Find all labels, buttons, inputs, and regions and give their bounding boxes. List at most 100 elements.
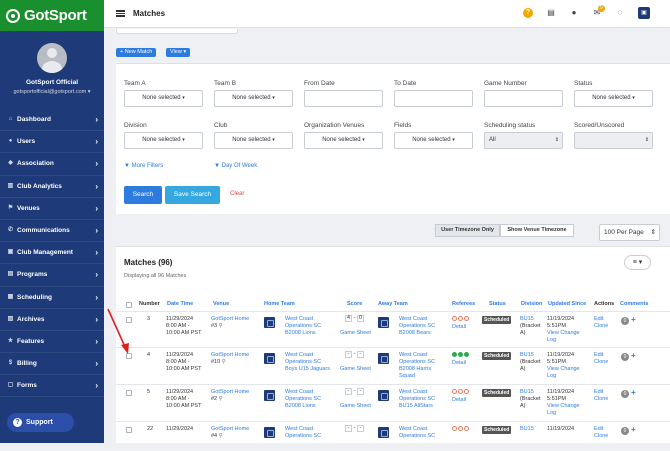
- row-checkbox[interactable]: [126, 317, 132, 323]
- per-page-select[interactable]: 100 Per Page ⇕: [599, 224, 660, 241]
- home-team-link[interactable]: B2008 Lions: [285, 330, 316, 337]
- referees-detail-link[interactable]: Detail: [452, 360, 466, 367]
- away-team-link[interactable]: West Coast: [399, 352, 427, 359]
- clone-link[interactable]: Clone: [594, 359, 608, 366]
- game-sheet-link[interactable]: Game Sheet: [340, 330, 371, 337]
- venue-link[interactable]: GotSport Home: [211, 426, 249, 433]
- user-timezone-button[interactable]: User Timezone Only: [435, 224, 500, 237]
- column-header-status[interactable]: Status: [489, 301, 506, 307]
- comment-icon[interactable]: 0: [621, 317, 629, 325]
- away-team-link[interactable]: West Coast: [399, 316, 427, 323]
- away-team-link[interactable]: West Coast: [399, 389, 427, 396]
- sidebar-item-programs[interactable]: ▤ Programs ›: [0, 264, 104, 287]
- view-change-log-link[interactable]: View Change: [547, 366, 580, 373]
- column-header-division[interactable]: Division: [521, 301, 542, 307]
- support-button[interactable]: ? Support: [7, 413, 74, 432]
- sidebar-item-dashboard[interactable]: ⌂ Dashboard ›: [0, 109, 104, 132]
- table-menu-button[interactable]: ≡ ▾: [624, 255, 651, 270]
- edit-link[interactable]: Edit: [594, 389, 603, 396]
- clone-link[interactable]: Clone: [594, 396, 608, 403]
- sidebar-item-archives[interactable]: ▧ Archives ›: [0, 309, 104, 331]
- user-avatar[interactable]: [37, 43, 67, 73]
- new-match-button[interactable]: + New Match: [116, 48, 157, 57]
- away-team-link[interactable]: BU15 AllStars: [399, 403, 433, 410]
- division-value[interactable]: BU15: [520, 316, 534, 323]
- search-button[interactable]: Search: [124, 186, 162, 204]
- chat-icon[interactable]: ◌: [615, 8, 625, 18]
- sidebar-item-club-management[interactable]: ▣ Club Management ›: [0, 242, 104, 265]
- venue-link[interactable]: GotSport Home: [211, 352, 249, 359]
- sidebar-item-communications[interactable]: ✆ Communications ›: [0, 220, 104, 243]
- org-badge-icon[interactable]: ▣: [638, 7, 650, 19]
- home-team-link[interactable]: Boys U15 Jaguars: [285, 366, 330, 373]
- clear-link[interactable]: Clear: [230, 191, 244, 197]
- away-team-link[interactable]: B2008 Bears: [399, 330, 431, 337]
- home-team-link[interactable]: Operations SC: [285, 396, 321, 403]
- logo[interactable]: GotSport: [0, 0, 104, 31]
- home-team-link[interactable]: West Coast: [285, 426, 313, 433]
- scheduling-status-select[interactable]: All ⇕: [484, 132, 563, 149]
- from-date-input[interactable]: [304, 90, 383, 107]
- view-dropdown-button[interactable]: View ▾: [166, 48, 191, 57]
- comment-icon[interactable]: 0: [621, 427, 629, 435]
- user-icon[interactable]: ●: [569, 8, 579, 18]
- view-change-log-link[interactable]: Log: [547, 337, 556, 344]
- column-header-home-team[interactable]: Home Team: [264, 301, 295, 307]
- home-team-link[interactable]: Operations SC: [285, 359, 321, 366]
- status-select[interactable]: None selected ▾: [574, 90, 653, 107]
- sidebar-item-features[interactable]: ★ Features ›: [0, 331, 104, 354]
- sidebar-item-club-analytics[interactable]: ▥ Club Analytics ›: [0, 176, 104, 198]
- sidebar-item-users[interactable]: ● Users ›: [0, 131, 104, 154]
- view-change-log-link[interactable]: Log: [547, 410, 556, 417]
- away-team-link[interactable]: Operations SC: [399, 433, 435, 440]
- clone-link[interactable]: Clone: [594, 433, 608, 440]
- venue-timezone-button[interactable]: Show Venue Timezone: [500, 224, 574, 237]
- referees-detail-link[interactable]: Detail: [452, 397, 466, 404]
- sidebar-item-association[interactable]: ◆ Association ›: [0, 153, 104, 176]
- scored-select[interactable]: ⇕: [574, 132, 653, 149]
- home-team-link[interactable]: West Coast: [285, 316, 313, 323]
- venue-link[interactable]: GotSport Home: [211, 389, 249, 396]
- division-value[interactable]: BU15: [520, 352, 534, 359]
- division-select[interactable]: None selected ▾: [124, 132, 203, 149]
- division-value[interactable]: BU15: [520, 389, 534, 396]
- view-change-log-link[interactable]: View Change: [547, 403, 580, 410]
- home-team-link[interactable]: Operations SC: [285, 323, 321, 330]
- row-checkbox[interactable]: [126, 390, 132, 396]
- help-icon[interactable]: ?: [523, 8, 533, 18]
- comment-icon[interactable]: 0: [621, 390, 629, 398]
- to-date-input[interactable]: [394, 90, 473, 107]
- clone-link[interactable]: Clone: [594, 323, 608, 330]
- comment-icon[interactable]: 0: [621, 353, 629, 361]
- add-comment-icon[interactable]: +: [631, 425, 636, 434]
- view-change-log-link[interactable]: View Change: [547, 330, 580, 337]
- column-header-score[interactable]: Score: [347, 301, 362, 307]
- away-team-link[interactable]: Squad: [399, 373, 415, 380]
- row-checkbox[interactable]: [126, 427, 132, 433]
- fields-select[interactable]: None selected ▾: [394, 132, 473, 149]
- more-filters-link[interactable]: ▼ More Filters: [124, 163, 163, 169]
- away-team-link[interactable]: Operations SC: [399, 323, 435, 330]
- venue-link[interactable]: GotSport Home: [211, 316, 249, 323]
- add-comment-icon[interactable]: +: [631, 351, 636, 360]
- save-search-button[interactable]: Save Search: [165, 186, 220, 204]
- add-comment-icon[interactable]: +: [631, 388, 636, 397]
- club-select[interactable]: None selected ▾: [214, 132, 293, 149]
- game-sheet-link[interactable]: Game Sheet: [340, 403, 371, 410]
- view-change-log-link[interactable]: Log: [547, 373, 556, 380]
- column-header-venue[interactable]: Venue: [213, 301, 229, 307]
- row-checkbox[interactable]: [126, 353, 132, 359]
- column-header-away-team[interactable]: Away Team: [378, 301, 408, 307]
- edit-link[interactable]: Edit: [594, 352, 603, 359]
- team-b-select[interactable]: None selected ▾: [214, 90, 293, 107]
- game-number-input[interactable]: [484, 90, 563, 107]
- column-header-referees[interactable]: Referees: [452, 301, 475, 307]
- referees-detail-link[interactable]: Detail: [452, 324, 466, 331]
- away-team-link[interactable]: West Coast: [399, 426, 427, 433]
- mail-icon[interactable]: ✉ 9: [592, 5, 605, 18]
- game-sheet-link[interactable]: Game Sheet: [340, 366, 371, 373]
- news-icon[interactable]: ▤: [546, 8, 556, 18]
- away-team-link[interactable]: Operations SC: [399, 396, 435, 403]
- sidebar-item-scheduling[interactable]: ▦ Scheduling ›: [0, 287, 104, 309]
- edit-link[interactable]: Edit: [594, 316, 603, 323]
